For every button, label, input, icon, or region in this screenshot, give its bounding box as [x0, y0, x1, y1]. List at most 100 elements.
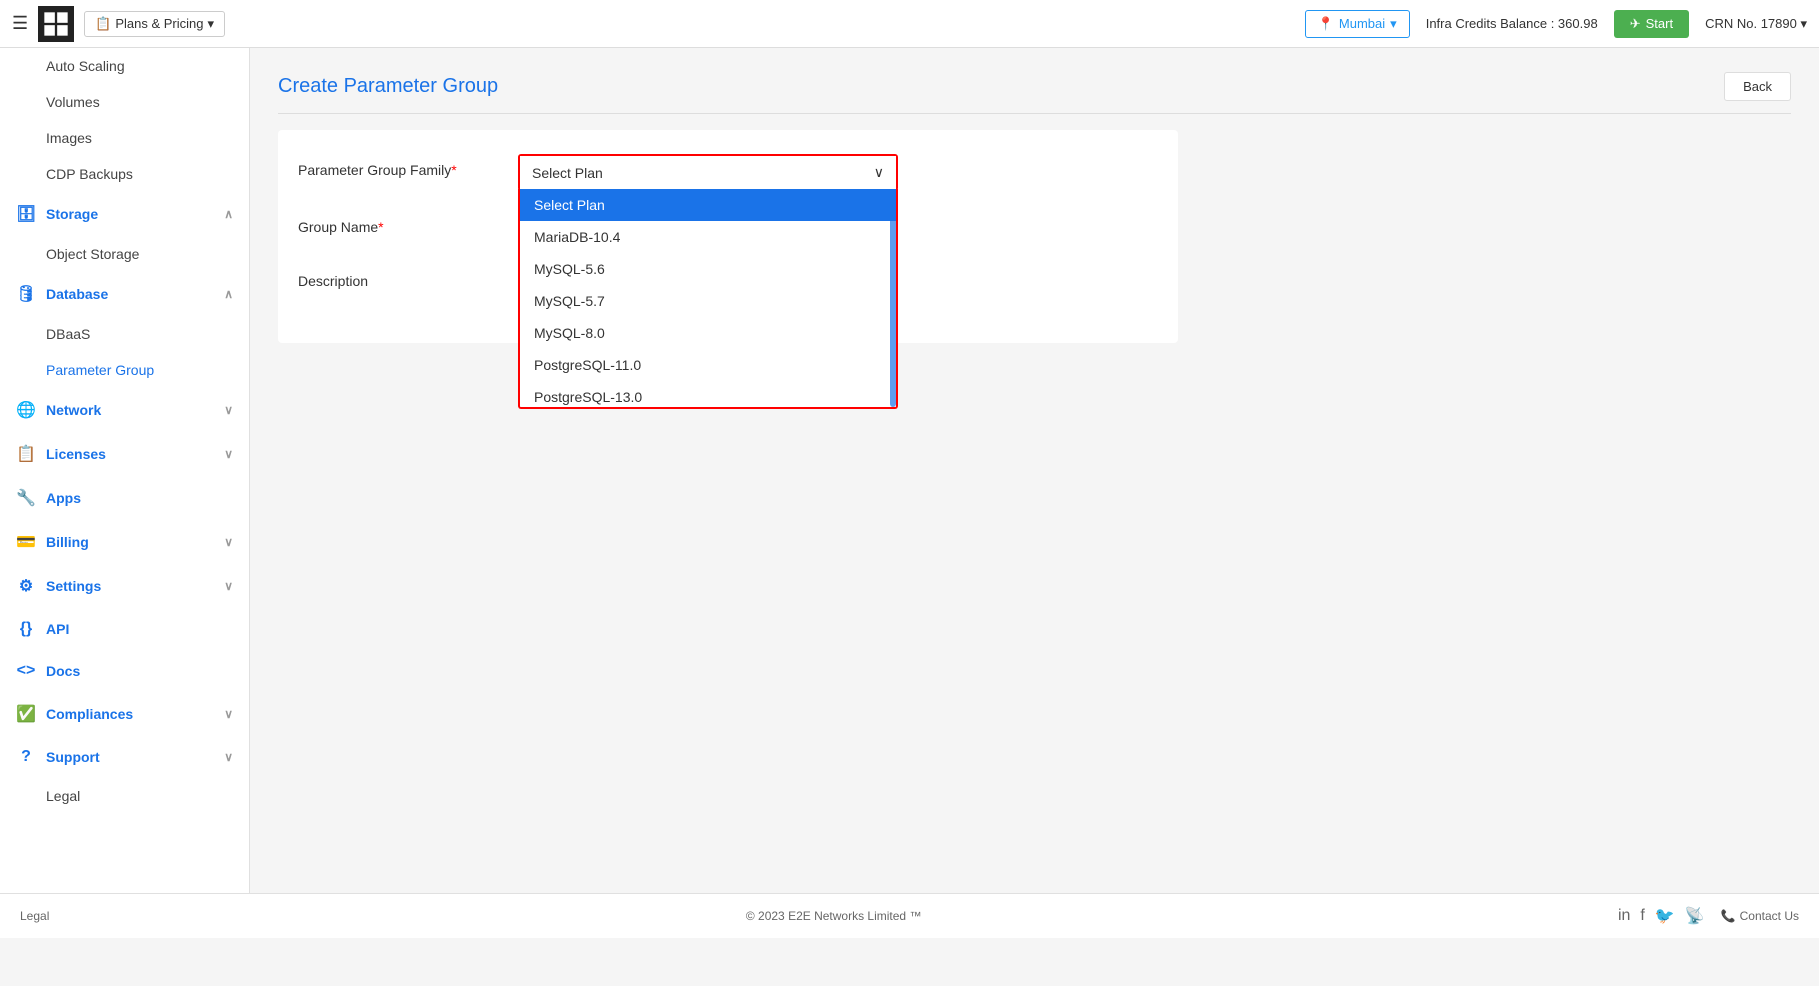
sidebar-item-network[interactable]: 🌐 Network ∨: [0, 388, 249, 432]
network-chevron-icon: ∨: [224, 403, 233, 417]
sidebar-item-object-storage[interactable]: Object Storage: [0, 236, 249, 272]
plans-icon: 📋: [95, 16, 111, 32]
plans-pricing-button[interactable]: 📋 Plans & Pricing ▾: [84, 11, 225, 37]
network-icon: 🌐: [16, 400, 36, 420]
parameter-group-family-dropdown-wrapper: Select Plan ∨ Select Plan MariaDB-10.4 M…: [518, 154, 898, 191]
parameter-group-family-dropdown-trigger[interactable]: Select Plan ∨: [520, 156, 896, 189]
settings-icon: ⚙: [16, 576, 36, 596]
database-icon: 🛢: [16, 284, 36, 304]
layout: Auto Scaling Volumes Images CDP Backups …: [0, 48, 1819, 938]
start-button[interactable]: ✈ Start: [1614, 10, 1689, 38]
footer-social: in f 🐦 📡: [1618, 906, 1705, 926]
sidebar: Auto Scaling Volumes Images CDP Backups …: [0, 48, 250, 938]
dropdown-option-mariadb-10-4[interactable]: MariaDB-10.4: [520, 221, 896, 253]
header-right: 📍 Mumbai ▾ Infra Credits Balance : 360.9…: [1305, 10, 1807, 38]
logo-icon: [42, 10, 70, 38]
location-dropdown-icon: ▾: [1390, 16, 1397, 32]
sidebar-item-auto-scaling[interactable]: Auto Scaling: [0, 48, 249, 84]
dropdown-chevron-icon: ∨: [874, 164, 884, 181]
sidebar-storage-label: Storage: [46, 206, 98, 222]
sidebar-billing-label: Billing: [46, 534, 89, 550]
sidebar-item-storage[interactable]: 🗄 Storage ∧: [0, 192, 249, 236]
billing-chevron-icon: ∨: [224, 535, 233, 549]
dropdown-arrow-icon: ▾: [207, 16, 214, 32]
sidebar-item-parameter-group[interactable]: Parameter Group: [0, 352, 249, 388]
sidebar-item-dbaas[interactable]: DBaaS: [0, 316, 249, 352]
sidebar-licenses-label: Licenses: [46, 446, 106, 462]
sidebar-item-settings[interactable]: ⚙ Settings ∨: [0, 564, 249, 608]
sidebar-item-billing[interactable]: 💳 Billing ∨: [0, 520, 249, 564]
sidebar-item-apps[interactable]: 🔧 Apps: [0, 476, 249, 520]
header-left: ☰ 📋 Plans & Pricing ▾: [12, 6, 225, 42]
linkedin-icon[interactable]: in: [1618, 907, 1630, 925]
licenses-icon: 📋: [16, 444, 36, 464]
docs-icon: <>: [16, 662, 36, 680]
hamburger-menu[interactable]: ☰: [12, 13, 28, 34]
sidebar-item-database[interactable]: 🛢 Database ∧: [0, 272, 249, 316]
group-name-label: Group Name*: [298, 211, 498, 235]
dropdown-option-select-plan[interactable]: Select Plan: [520, 189, 896, 221]
start-label: Start: [1646, 16, 1673, 31]
copyright-text: © 2023 E2E Networks Limited ™: [746, 909, 922, 923]
group-name-required-star: *: [378, 219, 383, 235]
twitter-icon[interactable]: 🐦: [1655, 906, 1675, 926]
dropdown-option-postgresql-11-0[interactable]: PostgreSQL-11.0: [520, 349, 896, 381]
sidebar-apps-label: Apps: [46, 490, 81, 506]
parameter-group-family-row: Parameter Group Family* Select Plan ∨ Se…: [298, 154, 1158, 191]
facebook-icon[interactable]: f: [1640, 907, 1644, 925]
page-title: Create Parameter Group: [278, 75, 498, 98]
support-chevron-icon: ∨: [224, 750, 233, 764]
footer-right: in f 🐦 📡 📞 Contact Us: [1618, 906, 1799, 926]
rss-icon[interactable]: 📡: [1685, 906, 1705, 926]
contact-us[interactable]: 📞 Contact Us: [1721, 909, 1799, 923]
sidebar-network-label: Network: [46, 402, 101, 418]
plans-pricing-label: Plans & Pricing: [115, 16, 203, 31]
compliances-chevron-icon: ∨: [224, 707, 233, 721]
location-label: Mumbai: [1339, 16, 1385, 31]
legal-link[interactable]: Legal: [20, 909, 49, 923]
form-section: Parameter Group Family* Select Plan ∨ Se…: [278, 130, 1178, 343]
licenses-chevron-icon: ∨: [224, 447, 233, 461]
logo: [38, 6, 74, 42]
settings-chevron-icon: ∨: [224, 579, 233, 593]
required-star: *: [451, 162, 456, 178]
compliances-icon: ✅: [16, 704, 36, 724]
dropdown-option-mysql-8-0[interactable]: MySQL-8.0: [520, 317, 896, 349]
sidebar-compliances-label: Compliances: [46, 706, 133, 722]
api-icon: {}: [16, 620, 36, 638]
footer: Legal © 2023 E2E Networks Limited ™ in f…: [0, 893, 1819, 938]
start-icon: ✈: [1630, 16, 1641, 32]
main-content: Create Parameter Group Back Parameter Gr…: [250, 48, 1819, 938]
sidebar-item-images[interactable]: Images: [0, 120, 249, 156]
location-icon: 📍: [1318, 16, 1334, 32]
sidebar-item-licenses[interactable]: 📋 Licenses ∨: [0, 432, 249, 476]
sidebar-item-cdp-backups[interactable]: CDP Backups: [0, 156, 249, 192]
location-button[interactable]: 📍 Mumbai ▾: [1305, 10, 1410, 38]
contact-us-label: Contact Us: [1740, 909, 1799, 923]
page-title-row: Create Parameter Group Back: [278, 72, 1791, 114]
dropdown-option-mysql-5-7[interactable]: MySQL-5.7: [520, 285, 896, 317]
billing-icon: 💳: [16, 532, 36, 552]
sidebar-item-volumes[interactable]: Volumes: [0, 84, 249, 120]
crn-number[interactable]: CRN No. 17890: [1705, 16, 1807, 32]
sidebar-item-docs[interactable]: <> Docs: [0, 650, 249, 692]
phone-icon: 📞: [1721, 909, 1736, 923]
sidebar-item-support[interactable]: ? Support ∨: [0, 736, 249, 778]
header: ☰ 📋 Plans & Pricing ▾ 📍 Mumbai ▾ Infra C…: [0, 0, 1819, 48]
dropdown-scrollbar: [890, 189, 896, 407]
support-icon: ?: [16, 748, 36, 766]
database-chevron-icon: ∧: [224, 287, 233, 301]
dropdown-wrap: Select Plan ∨ Select Plan MariaDB-10.4 M…: [518, 154, 1158, 191]
dropdown-option-postgresql-13-0[interactable]: PostgreSQL-13.0: [520, 381, 896, 409]
sidebar-item-api[interactable]: {} API: [0, 608, 249, 650]
sidebar-api-label: API: [46, 621, 69, 637]
infra-credits-label: Infra Credits Balance : 360.98: [1426, 16, 1598, 31]
sidebar-item-compliances[interactable]: ✅ Compliances ∨: [0, 692, 249, 736]
dropdown-options-list: Select Plan MariaDB-10.4 MySQL-5.6 MySQL…: [518, 189, 898, 409]
sidebar-database-label: Database: [46, 286, 108, 302]
dropdown-selected-value: Select Plan: [532, 165, 603, 181]
sidebar-item-legal[interactable]: Legal: [0, 778, 249, 814]
back-button[interactable]: Back: [1724, 72, 1791, 101]
dropdown-option-mysql-5-6[interactable]: MySQL-5.6: [520, 253, 896, 285]
sidebar-docs-label: Docs: [46, 663, 80, 679]
